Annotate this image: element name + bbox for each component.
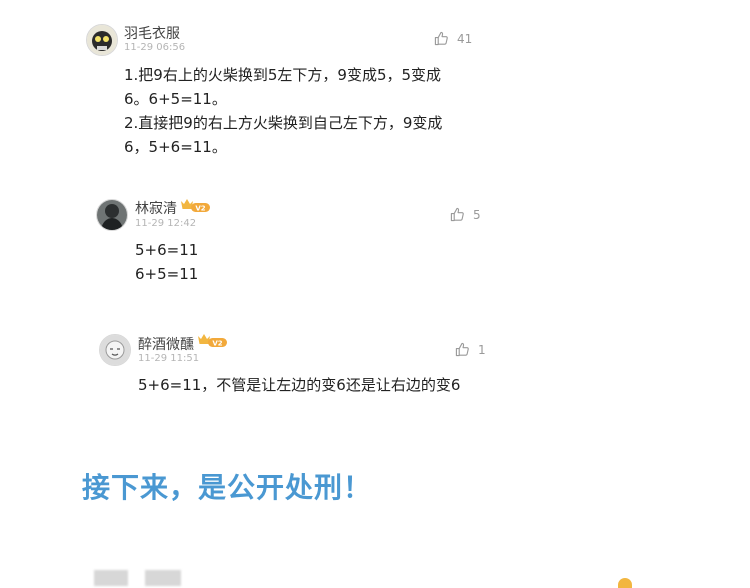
comment-body: 5+6=11 6+5=11 [135,238,198,286]
headline-caption: 接下来，是公开处刑！ [82,471,373,504]
avatar[interactable] [86,24,118,56]
like-count: 41 [457,31,473,46]
avatar-image [87,25,117,55]
like-button[interactable]: 5 [450,207,481,222]
timestamp: 11-29 11:51 [138,353,200,364]
comment-line: 6+5=11 [135,265,199,283]
thumbs-up-icon [455,342,469,357]
like-button[interactable]: 1 [455,342,486,357]
comment-body: 5+6=11，不管是让左边的变6还是让右边的变6 [138,373,460,397]
comment-line: 5+6=11，不管是让左边的变6还是让右边的变6 [138,376,461,394]
username[interactable]: 醉酒微醺 [138,334,194,354]
comment-line: 2.直接把9的右上方火柴换到自己左下方，9变成 [124,114,443,132]
comment-line: 6，5+6=11。 [124,138,227,156]
avatar[interactable] [99,334,131,366]
avatar[interactable] [96,199,128,231]
blurred-username [145,570,181,586]
username[interactable]: 林寂清 [135,198,177,218]
username[interactable]: 羽毛衣服 [124,23,180,43]
blurred-avatar [94,570,128,586]
decorative-dot [618,578,632,588]
crown-vip-badge-icon: V2 [198,334,227,347]
comment-body: 1.把9右上的火柴换到5左下方，9变成5，5变成 6。6+5=11。 2.直接把… [124,63,442,159]
timestamp: 11-29 12:42 [135,218,197,229]
crown-vip-badge-icon: V2 [181,199,210,212]
avatar-image [100,335,130,365]
like-count: 5 [473,207,481,222]
like-button[interactable]: 41 [434,31,472,46]
timestamp: 11-29 06:56 [124,42,186,53]
vip-badge-label: V2 [212,339,222,347]
comment-line: 5+6=11 [135,241,199,259]
thumbs-up-icon [434,31,448,46]
vip-badge-label: V2 [195,204,205,212]
thumbs-up-icon [450,207,464,222]
comment-line: 6。6+5=11。 [124,90,227,108]
comment-line: 1.把9右上的火柴换到5左下方，9变成5，5变成 [124,66,442,84]
like-count: 1 [478,342,486,357]
avatar-image [97,200,127,230]
